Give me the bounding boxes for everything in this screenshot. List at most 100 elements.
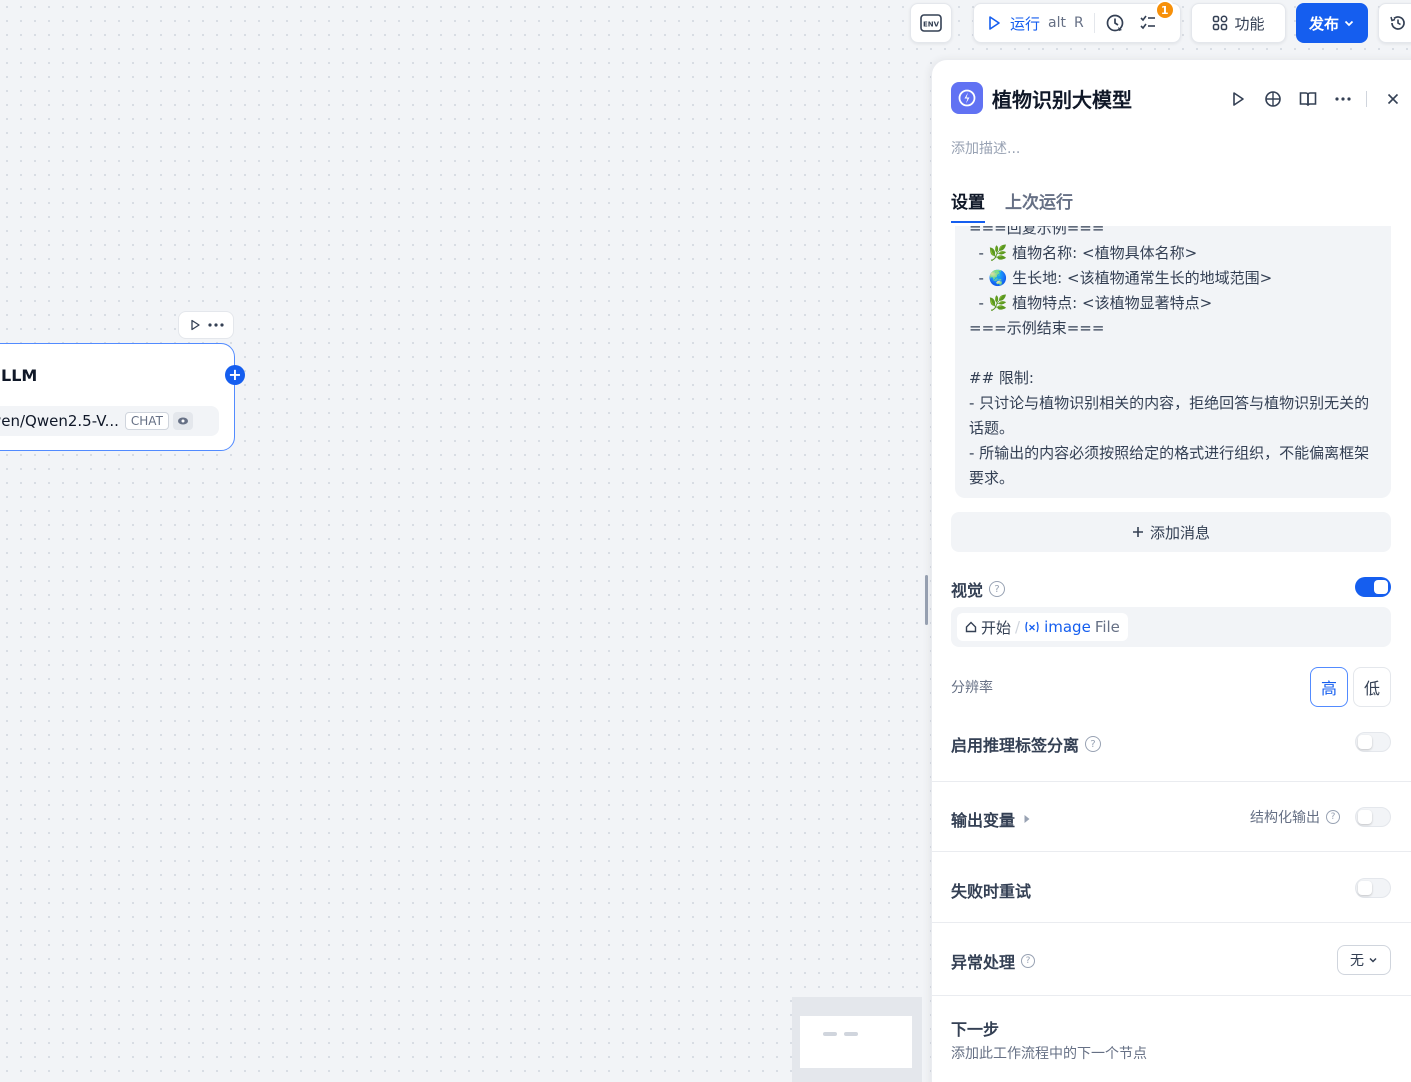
section-divider bbox=[932, 995, 1411, 996]
caret-right-icon bbox=[1023, 814, 1031, 824]
chevron-down-icon bbox=[1368, 955, 1378, 965]
prompt-line: ## 限制: bbox=[969, 369, 1034, 387]
play-icon[interactable] bbox=[189, 319, 201, 331]
run-node-play-icon[interactable] bbox=[1220, 88, 1255, 110]
section-divider bbox=[932, 781, 1411, 782]
llm-node-icon bbox=[951, 82, 983, 114]
vision-icon bbox=[172, 412, 193, 430]
features-label: 功能 bbox=[1234, 14, 1265, 33]
resolution-label: 分辨率 bbox=[951, 680, 993, 696]
run-toolbar-group: 运行 alt R 1 bbox=[973, 0, 1181, 43]
chevron-down-icon bbox=[1343, 17, 1355, 29]
minimap-viewport bbox=[800, 1016, 912, 1068]
prompt-line bbox=[969, 341, 1377, 366]
add-message-button[interactable]: 添加消息 bbox=[951, 512, 1391, 552]
next-step-label: 下一步 bbox=[951, 1020, 1000, 1039]
panel-actions bbox=[1220, 88, 1405, 110]
variable-pill[interactable]: 开始 / image File bbox=[957, 613, 1128, 641]
structured-output-label: 结构化输出 bbox=[1250, 810, 1320, 826]
checklist-icon[interactable]: 1 bbox=[1139, 0, 1175, 32]
prompt-line: ===回复示例=== bbox=[969, 226, 1105, 237]
publish-label: 发布 bbox=[1308, 14, 1339, 33]
run-shortcut-mod: alt bbox=[1048, 15, 1066, 31]
output-vars-label: 输出变量 bbox=[951, 811, 1016, 830]
run-shortcut-key: R bbox=[1073, 15, 1084, 31]
node-title: LLM bbox=[1, 366, 38, 385]
prompt-line: - 🌿 植物特点: <该植物显著特点> bbox=[969, 294, 1213, 312]
version-history-button[interactable] bbox=[1378, 3, 1411, 43]
node-model-chip: wen/Qwen2.5-V... CHAT bbox=[0, 406, 219, 436]
prompt-line: - 🌏 生长地: <该植物通常生长的地域范围> bbox=[969, 269, 1273, 287]
structured-output-row: 结构化输出 ? bbox=[1250, 807, 1340, 827]
vision-label: 视觉 bbox=[951, 581, 984, 600]
tab-settings[interactable]: 设置 bbox=[951, 188, 985, 223]
next-step-row: 下一步 bbox=[951, 1016, 999, 1040]
exception-label: 异常处理 bbox=[951, 953, 1016, 972]
add-message-label: 添加消息 bbox=[1149, 523, 1210, 542]
variable-name: image bbox=[1044, 618, 1091, 636]
features-button[interactable]: 功能 bbox=[1191, 3, 1286, 43]
system-prompt-editor[interactable]: ===回复示例=== - 🌿 植物名称: <植物具体名称> - 🌏 生长地: <… bbox=[955, 226, 1391, 498]
variable-source-node: 开始 bbox=[981, 618, 1012, 637]
mode-badge: CHAT bbox=[124, 412, 169, 430]
help-icon[interactable]: ? bbox=[1021, 954, 1036, 968]
env-button[interactable]: ENV bbox=[910, 3, 952, 43]
vision-variable-selector[interactable]: 开始 / image File bbox=[951, 607, 1391, 647]
panel-tabs: 设置 上次运行 bbox=[951, 188, 1073, 223]
variable-separator: / bbox=[1015, 618, 1021, 636]
panel-title[interactable]: 植物识别大模型 bbox=[992, 84, 1132, 113]
structured-output-toggle[interactable] bbox=[1355, 807, 1391, 827]
minimap-node bbox=[844, 1032, 858, 1036]
tab-last-run[interactable]: 上次运行 bbox=[1005, 188, 1073, 223]
add-node-plus-icon[interactable]: + bbox=[225, 365, 245, 385]
run-history-icon[interactable] bbox=[1105, 13, 1125, 33]
publish-button[interactable]: 发布 bbox=[1296, 3, 1368, 43]
actions-divider bbox=[1366, 91, 1367, 107]
run-button[interactable]: 运行 bbox=[1010, 13, 1040, 34]
exception-row: 异常处理 ? bbox=[951, 949, 1036, 973]
resolution-low-button[interactable]: 低 bbox=[1353, 667, 1391, 707]
crosshair-icon[interactable] bbox=[1255, 88, 1290, 110]
help-icon[interactable]: ? bbox=[1085, 736, 1102, 752]
resolution-row: 分辨率 bbox=[951, 677, 993, 697]
more-icon[interactable] bbox=[207, 323, 224, 327]
prompt-line: ===示例结束=== bbox=[969, 319, 1105, 337]
node-hover-toolbar bbox=[178, 311, 234, 339]
prompt-line: - 🌿 植物名称: <植物具体名称> bbox=[969, 244, 1198, 262]
prompt-text: ===回复示例=== - 🌿 植物名称: <植物具体名称> - 🌏 生长地: <… bbox=[969, 226, 1377, 491]
retry-label: 失败时重试 bbox=[951, 882, 1032, 901]
toolbar-divider bbox=[1093, 13, 1095, 33]
more-icon[interactable] bbox=[1325, 88, 1360, 110]
svg-text:ENV: ENV bbox=[923, 21, 940, 29]
env-icon: ENV bbox=[920, 14, 942, 32]
history-icon bbox=[1389, 14, 1407, 32]
model-name: wen/Qwen2.5-V... bbox=[0, 412, 119, 430]
section-divider bbox=[932, 922, 1411, 923]
output-vars-row[interactable]: 输出变量 bbox=[951, 807, 1031, 831]
reasoning-tag-toggle[interactable] bbox=[1355, 732, 1391, 752]
help-icon[interactable]: ? bbox=[1326, 810, 1340, 824]
home-icon bbox=[965, 621, 977, 633]
variable-type: File bbox=[1094, 618, 1120, 636]
reasoning-tag-label: 启用推理标签分离 bbox=[951, 736, 1080, 755]
description-input[interactable]: 添加描述... bbox=[951, 138, 1020, 158]
help-icon[interactable]: ? bbox=[989, 581, 1006, 597]
panel-resize-handle[interactable] bbox=[925, 575, 928, 625]
node-settings-panel: 植物识别大模型 添加描述... 设置 上次运行 ===回复示例=== - 🌿 植… bbox=[931, 59, 1411, 1082]
plus-icon bbox=[1132, 526, 1144, 538]
close-icon[interactable] bbox=[1381, 88, 1405, 110]
retry-row: 失败时重试 bbox=[951, 878, 1031, 902]
exception-value: 无 bbox=[1350, 953, 1364, 969]
play-icon[interactable] bbox=[986, 15, 1002, 31]
resolution-high-button[interactable]: 高 bbox=[1310, 667, 1348, 707]
prompt-line: - 所输出的内容必须按照给定的格式进行组织，不能偏离框架要求。 bbox=[969, 444, 1370, 487]
minimap[interactable] bbox=[792, 997, 922, 1082]
minimap-node bbox=[823, 1032, 837, 1036]
variable-icon bbox=[1024, 621, 1040, 633]
vision-toggle[interactable] bbox=[1355, 577, 1391, 597]
exception-dropdown[interactable]: 无 bbox=[1337, 945, 1391, 975]
reasoning-tag-row: 启用推理标签分离 ? bbox=[951, 732, 1102, 756]
retry-toggle[interactable] bbox=[1355, 878, 1391, 898]
llm-node[interactable]: LLM wen/Qwen2.5-V... CHAT bbox=[0, 343, 235, 451]
book-icon[interactable] bbox=[1290, 88, 1325, 110]
